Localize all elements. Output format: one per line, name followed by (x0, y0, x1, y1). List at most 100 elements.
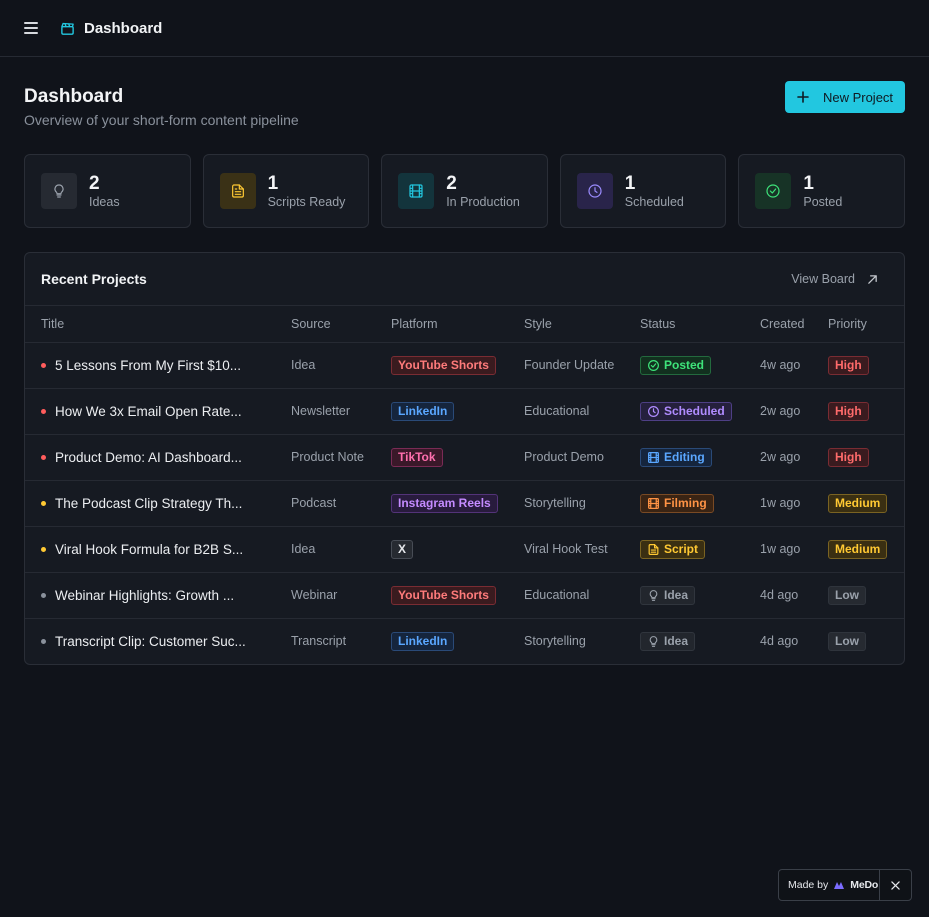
stat-card-ideas[interactable]: 2 Ideas (24, 154, 191, 228)
lightbulb-icon (649, 635, 658, 647)
project-source: Podcast (291, 480, 391, 527)
clock-icon (576, 173, 613, 209)
status-badge: Filming (640, 493, 714, 513)
made-by-badge: Made by MeDo (778, 869, 912, 901)
column-header[interactable]: Title (25, 306, 291, 343)
project-source: Transcript (291, 634, 347, 649)
panel-header: Recent Projects View Board (25, 253, 904, 306)
stat-card-scripts-ready[interactable]: 1 Scripts Ready (202, 154, 370, 228)
projects-table: Title Source Platform Style Status Creat… (25, 306, 904, 664)
priority-badge: Low (828, 631, 866, 651)
view-board-link[interactable]: View Board (791, 272, 888, 286)
column-header[interactable]: Priority (828, 306, 904, 343)
column-header[interactable]: Platform (391, 306, 524, 343)
made-by-link[interactable]: Made by MeDo (779, 870, 880, 900)
project-source: Newsletter (291, 388, 391, 435)
column-header[interactable]: Style (524, 306, 640, 343)
status-label: Editing (664, 449, 705, 464)
top-bar: Dashboard (0, 0, 929, 57)
film-icon (648, 451, 659, 463)
project-created: 4w ago (760, 342, 828, 389)
project-source: Idea (291, 342, 391, 389)
status-badge: Script (640, 539, 706, 559)
hamburger-icon[interactable] (24, 22, 38, 34)
stat-label: Ideas (89, 195, 120, 209)
topbar-title: Dashboard (84, 19, 163, 37)
stat-label: Scheduled (624, 195, 684, 209)
table-row[interactable]: Viral Hook Formula for B2B S... Idea X V… (25, 526, 904, 573)
priority-dot (41, 500, 46, 506)
stat-card-scheduled[interactable]: 1 Scheduled (559, 154, 727, 228)
stat-count: 1 (267, 173, 279, 194)
close-button[interactable] (880, 870, 911, 900)
project-created: 4d ago (760, 634, 799, 649)
plus-icon (797, 91, 809, 103)
arrow-up-right-icon (868, 274, 877, 284)
priority-badge: Low (828, 585, 866, 605)
project-source: Idea (291, 526, 391, 573)
project-title[interactable]: The Podcast Clip Strategy Th... (55, 496, 242, 511)
project-style: Product Demo (524, 434, 640, 481)
priority-badge: Medium (828, 539, 888, 559)
column-header[interactable]: Source (291, 306, 391, 343)
new-project-label: New Project (822, 89, 894, 105)
project-style: Viral Hook Test (524, 526, 640, 573)
made-by-prefix: Made by (788, 879, 829, 891)
priority-dot (41, 638, 46, 644)
status-label: Scheduled (664, 403, 725, 418)
column-header[interactable]: Created (760, 306, 828, 343)
project-title[interactable]: 5 Lessons From My First $10... (55, 358, 241, 373)
table-row[interactable]: The Podcast Clip Strategy Th... Podcast … (25, 480, 904, 527)
column-header[interactable]: Status (640, 306, 760, 343)
project-style: Educational (524, 572, 640, 619)
table-row[interactable]: 5 Lessons From My First $10... Idea YouT… (25, 342, 904, 389)
main-content: Dashboard Overview of your short-form co… (0, 81, 929, 665)
platform-badge: Instagram Reels (391, 493, 498, 513)
priority-dot (41, 454, 46, 460)
table-header-row: Title Source Platform Style Status Creat… (25, 306, 904, 343)
film-icon (398, 173, 435, 209)
status-badge: Scheduled (640, 401, 732, 421)
new-project-button[interactable]: New Project (785, 81, 905, 113)
project-title[interactable]: Webinar Highlights: Growth ... (55, 588, 234, 603)
check-circle-icon (648, 359, 659, 371)
status-label: Script (664, 541, 699, 556)
project-title[interactable]: How We 3x Email Open Rate... (55, 404, 242, 419)
status-label: Posted (664, 357, 705, 372)
project-style: Storytelling (524, 480, 640, 527)
close-icon (891, 880, 900, 890)
table-row[interactable]: Transcript Clip: Customer Suc... Transcr… (25, 618, 904, 664)
made-by-brand: MeDo (850, 879, 879, 891)
table-row[interactable]: How We 3x Email Open Rate... Newsletter … (25, 388, 904, 435)
priority-badge: Medium (828, 493, 888, 513)
priority-dot (41, 408, 46, 414)
status-label: Filming (664, 495, 707, 510)
platform-badge: YouTube Shorts (391, 585, 496, 605)
panel-title: Recent Projects (41, 271, 147, 287)
table-row[interactable]: Webinar Highlights: Growth ... Webinar Y… (25, 572, 904, 619)
priority-dot (41, 592, 46, 598)
clock-icon (648, 405, 659, 417)
project-created: 2w ago (760, 434, 828, 481)
stat-card-posted[interactable]: 1 Posted (738, 154, 905, 228)
status-label: Idea (664, 633, 689, 648)
stats-row: 2 Ideas 1 Scripts Ready 2 In Production (24, 154, 905, 228)
project-style: Founder Update (524, 342, 640, 389)
project-title[interactable]: Transcript Clip: Customer Suc... (55, 634, 246, 649)
view-board-label: View Board (791, 272, 855, 286)
project-title[interactable]: Product Demo: AI Dashboard... (55, 450, 242, 465)
priority-badge: High (828, 355, 869, 375)
stat-label: In Production (446, 195, 520, 209)
status-badge: Idea (640, 631, 696, 651)
stat-card-in-production[interactable]: 2 In Production (381, 154, 548, 228)
table-row[interactable]: Product Demo: AI Dashboard... Product No… (25, 434, 904, 481)
page-subtitle: Overview of your short-form content pipe… (24, 112, 299, 128)
check-circle-icon (755, 173, 792, 209)
stat-label: Posted (803, 195, 843, 209)
platform-badge: YouTube Shorts (391, 355, 496, 375)
project-title[interactable]: Viral Hook Formula for B2B S... (55, 542, 243, 557)
platform-badge: LinkedIn (391, 401, 455, 421)
project-style: Storytelling (524, 634, 586, 649)
film-icon (648, 497, 659, 509)
page-header: Dashboard Overview of your short-form co… (24, 81, 905, 128)
